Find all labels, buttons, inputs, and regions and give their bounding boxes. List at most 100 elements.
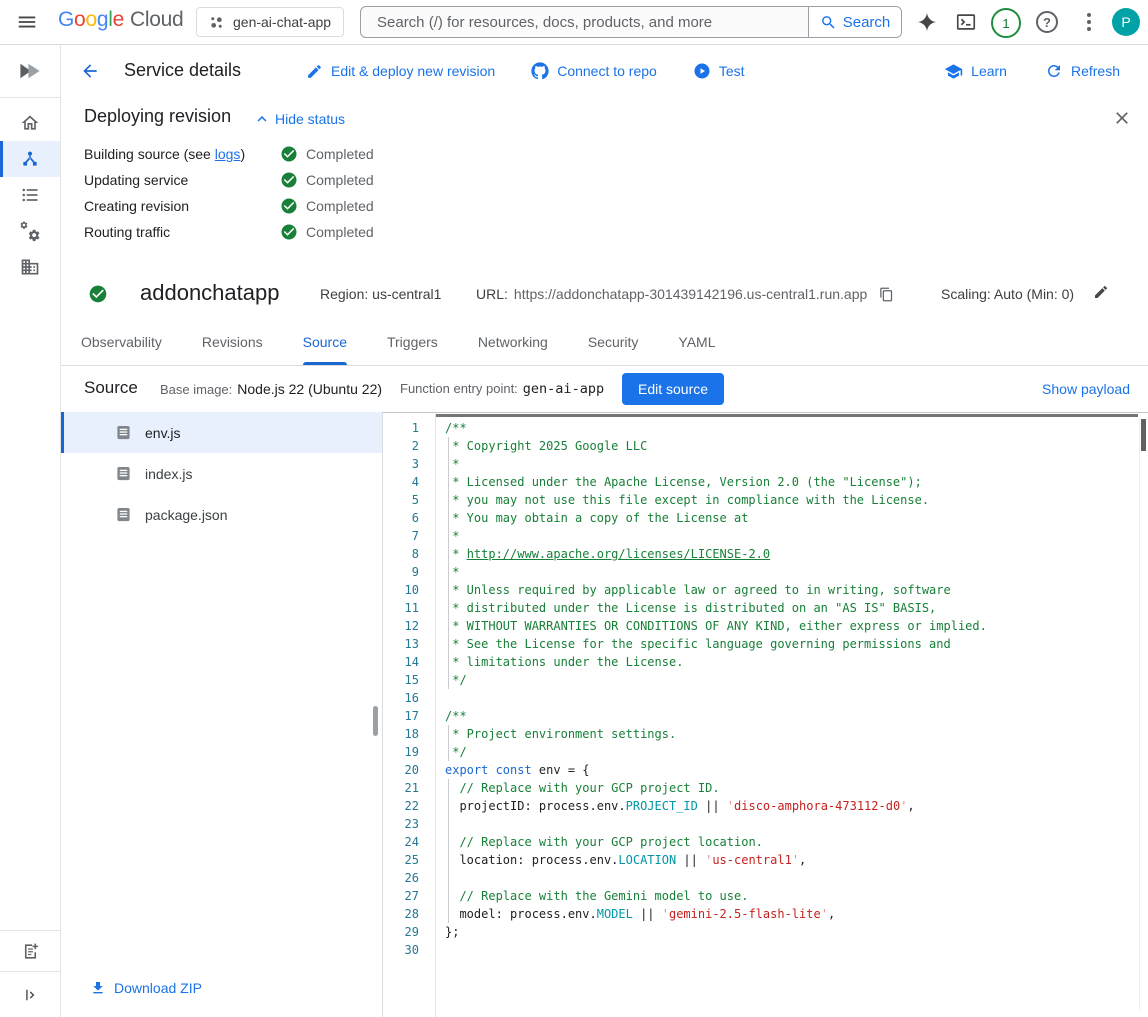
notifications-badge[interactable]: 1 <box>991 8 1021 38</box>
code-line <box>445 689 1134 707</box>
file-item[interactable]: index.js <box>60 453 382 494</box>
tab-networking[interactable]: Networking <box>478 319 548 365</box>
code-token: disco-amphora-473112-d0 <box>734 799 900 813</box>
code-token: // Replace with the Gemini model to use. <box>459 889 748 903</box>
logo-google-text: Google <box>58 8 124 32</box>
file-item[interactable]: package.json <box>60 494 382 535</box>
download-zip-link[interactable]: Download ZIP <box>90 980 202 996</box>
hide-status-toggle[interactable]: Hide status <box>253 110 345 128</box>
cloud-shell-icon[interactable] <box>955 11 977 33</box>
page-header: Service details Edit & deploy new revisi… <box>60 45 1148 97</box>
indent-guide <box>448 725 449 743</box>
file-panel: env.js index.js package.json Download ZIP <box>60 412 382 1017</box>
copy-icon[interactable] <box>879 287 894 302</box>
code-token: MODEL <box>597 907 633 921</box>
indent-guide <box>448 779 449 797</box>
edit-deploy-button[interactable]: Edit & deploy new revision <box>306 63 495 80</box>
tab-revisions[interactable]: Revisions <box>202 319 263 365</box>
file-icon <box>116 425 131 440</box>
code-editor: 1234567891011121314151617181920212223242… <box>382 412 1148 1017</box>
horizontal-scrollbar[interactable] <box>435 414 1138 417</box>
sidebar-item-integrations[interactable] <box>0 213 60 249</box>
hamburger-menu-icon[interactable] <box>16 11 38 33</box>
help-icon[interactable]: ? <box>1036 11 1058 33</box>
line-number: 20 <box>383 761 419 779</box>
tab-triggers[interactable]: Triggers <box>387 319 438 365</box>
test-button[interactable]: Test <box>693 62 745 80</box>
back-arrow-icon[interactable] <box>80 61 100 81</box>
code-line: */ <box>445 743 1134 761</box>
tab-source[interactable]: Source <box>303 319 347 365</box>
status-step-text: Completed <box>306 198 374 214</box>
entry-point-label: Function entry point: <box>400 381 518 396</box>
indent-guide <box>448 473 449 491</box>
refresh-button[interactable]: Refresh <box>1045 62 1120 80</box>
line-number: 28 <box>383 905 419 923</box>
edit-scaling-icon[interactable] <box>1093 284 1109 300</box>
learn-button[interactable]: Learn <box>944 62 1007 81</box>
line-number: 21 <box>383 779 419 797</box>
code-link[interactable]: http://www.apache.org/licenses/LICENSE-2… <box>467 547 770 561</box>
tab-observability[interactable]: Observability <box>81 319 162 365</box>
source-title: Source <box>84 378 138 398</box>
code-token: * Copyright 2025 Google LLC <box>445 439 647 453</box>
code-line: * <box>445 455 1134 473</box>
search-button[interactable]: Search <box>808 7 901 37</box>
more-options-icon[interactable] <box>1080 10 1098 34</box>
tab-security[interactable]: Security <box>588 319 639 365</box>
file-icon <box>116 466 131 481</box>
search-input[interactable] <box>361 7 808 37</box>
sidebar-item-domains[interactable] <box>0 249 60 285</box>
file-panel-scrollbar[interactable] <box>373 706 378 736</box>
avatar[interactable]: P <box>1112 8 1140 36</box>
edit-source-button[interactable]: Edit source <box>622 373 724 405</box>
sidebar-collapse-toggle[interactable] <box>0 971 60 1017</box>
line-number-gutter: 1234567891011121314151617181920212223242… <box>383 419 419 959</box>
sidebar-item-home[interactable] <box>0 105 60 141</box>
sidebar-item-jobs[interactable] <box>0 177 60 213</box>
code-line: * http://www.apache.org/licenses/LICENSE… <box>445 545 1134 563</box>
service-tabs: Observability Revisions Source Triggers Netw… <box>60 319 1148 366</box>
google-cloud-logo[interactable]: Google Cloud <box>58 8 183 32</box>
header-actions-right: Learn Refresh <box>944 45 1120 97</box>
code-line: /** <box>445 707 1134 725</box>
sidebar-item-release-notes[interactable] <box>0 930 60 971</box>
services-icon <box>20 149 40 169</box>
chevron-up-icon <box>253 110 271 128</box>
logs-link[interactable]: logs <box>215 146 241 162</box>
line-number: 24 <box>383 833 419 851</box>
project-picker[interactable]: gen-ai-chat-app <box>196 7 344 37</box>
code-token: * See the License for the specific langu… <box>445 637 951 651</box>
source-toolbar: Source Base image: Node.js 22 (Ubuntu 22… <box>60 366 1148 412</box>
code-token: ' <box>792 853 799 867</box>
line-number: 25 <box>383 851 419 869</box>
indent-guide <box>448 833 449 851</box>
vertical-scrollbar-thumb[interactable] <box>1141 419 1146 451</box>
url-label: URL: <box>476 286 508 302</box>
connect-repo-button[interactable]: Connect to repo <box>531 62 657 80</box>
code-token: * Project environment settings. <box>445 727 676 741</box>
code-token: export const <box>445 763 532 777</box>
show-payload-link[interactable]: Show payload <box>1042 381 1130 397</box>
code-content[interactable]: /** * Copyright 2025 Google LLC * * Lice… <box>445 419 1134 959</box>
line-number: 27 <box>383 887 419 905</box>
code-token: , <box>828 907 835 921</box>
file-icon <box>116 507 131 522</box>
line-number: 5 <box>383 491 419 509</box>
code-line: /** <box>445 419 1134 437</box>
code-token: , <box>907 799 914 813</box>
close-icon[interactable] <box>1112 108 1132 128</box>
status-step-status: Completed <box>280 145 374 163</box>
cloud-run-logo <box>0 45 60 98</box>
tab-yaml[interactable]: YAML <box>678 319 715 365</box>
indent-guide <box>448 491 449 509</box>
file-name: index.js <box>145 466 192 482</box>
service-scaling: Scaling: Auto (Min: 0) <box>941 286 1074 302</box>
code-line <box>445 941 1134 959</box>
code-token: model: process.env. <box>445 907 597 921</box>
status-step-text: Completed <box>306 146 374 162</box>
sidebar-item-services[interactable] <box>0 141 60 177</box>
url-value[interactable]: https://addonchatapp-301439142196.us-cen… <box>514 286 867 302</box>
gemini-icon[interactable] <box>916 11 938 33</box>
file-item[interactable]: env.js <box>60 412 382 453</box>
